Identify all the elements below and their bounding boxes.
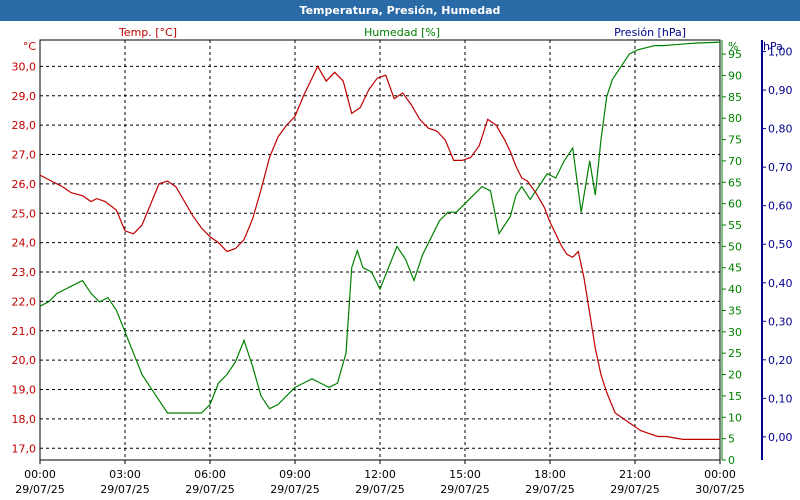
left-axis-unit: °C: [23, 40, 37, 53]
temperature-series-label: Temp. [°C]: [118, 26, 177, 39]
x-tick-label-date: 29/07/25: [525, 483, 574, 496]
left-axis-tick-label: 19,0: [12, 384, 37, 397]
left-axis-tick-label: 30,0: [12, 60, 37, 73]
x-tick-label-date: 29/07/25: [15, 483, 64, 496]
humidity-axis-tick-label: 0: [728, 454, 735, 467]
pressure-axis-tick-label: 0,80: [768, 123, 793, 136]
left-axis-tick-label: 28,0: [12, 119, 37, 132]
humidity-axis-tick-label: 35: [728, 304, 742, 317]
left-axis-tick-label: 22,0: [12, 295, 37, 308]
humidity-axis-tick-label: 15: [728, 390, 742, 403]
left-axis-tick-label: 18,0: [12, 413, 37, 426]
x-tick-label-date: 29/07/25: [440, 483, 489, 496]
x-tick-label-date: 30/07/25: [695, 483, 744, 496]
x-tick-label-time: 15:00: [449, 468, 481, 481]
humidity-axis-tick-label: 25: [728, 347, 742, 360]
pressure-axis-tick-label: 0,90: [768, 84, 793, 97]
pressure-axis-tick-label: 0,60: [768, 200, 793, 213]
left-axis-tick-label: 27,0: [12, 149, 37, 162]
pressure-axis-tick-label: 0,10: [768, 392, 793, 405]
pressure-axis-tick-label: 0,70: [768, 161, 793, 174]
humidity-axis-tick-label: 75: [728, 134, 742, 147]
left-axis-tick-label: 23,0: [12, 266, 37, 279]
left-axis-tick-label: 26,0: [12, 178, 37, 191]
x-tick-label-date: 29/07/25: [100, 483, 149, 496]
x-tick-label-time: 00:00: [704, 468, 736, 481]
pressure-axis-tick-label: 0,00: [768, 431, 793, 444]
x-tick-label-time: 06:00: [194, 468, 226, 481]
humidity-axis-tick-label: 80: [728, 112, 742, 125]
x-tick-label-time: 00:00: [24, 468, 56, 481]
x-tick-label-date: 29/07/25: [270, 483, 319, 496]
humidity-axis-tick-label: 60: [728, 198, 742, 211]
left-axis-tick-label: 17,0: [12, 442, 37, 455]
pressure-axis-tick-label: 0,40: [768, 277, 793, 290]
x-tick-label-time: 21:00: [619, 468, 651, 481]
left-axis-tick-label: 24,0: [12, 237, 37, 250]
left-axis-tick-label: 25,0: [12, 207, 37, 220]
humidity-axis-tick-label: 55: [728, 219, 742, 232]
chart: Temperatura, Presión, Humedad 00:00 29/07…: [0, 0, 800, 500]
humidity-axis-tick-label: 5: [728, 433, 735, 446]
humidity-axis-unit: %: [728, 40, 738, 53]
x-tick-label-time: 18:00: [534, 468, 566, 481]
humidity-axis-tick-label: 40: [728, 283, 742, 296]
x-tick-label-time: 03:00: [109, 468, 141, 481]
chart-svg: 00:00 29/07/25 03:00 29/07/25 06:00 29/07/25 0…: [12, 26, 793, 496]
humidity-axis-tick-label: 70: [728, 155, 742, 168]
humidity-axis-tick-label: 45: [728, 262, 742, 275]
left-axis-tick-label: 20,0: [12, 354, 37, 367]
x-tick-label-date: 29/07/25: [610, 483, 659, 496]
humidity-axis-tick-label: 90: [728, 69, 742, 82]
humidity-series-label: Humedad [%]: [364, 26, 440, 39]
pressure-axis-tick-label: 0,30: [768, 315, 793, 328]
pressure-axis-tick-label: 0,20: [768, 354, 793, 367]
x-tick-label-time: 09:00: [279, 468, 311, 481]
humidity-axis-tick-label: 10: [728, 411, 742, 424]
humidity-axis-tick-label: 50: [728, 240, 742, 253]
x-tick-label-time: 12:00: [364, 468, 396, 481]
pressure-axis-tick-label: 0,50: [768, 238, 793, 251]
pressure-series-label: Presión [hPa]: [614, 26, 686, 39]
humidity-axis-tick-label: 65: [728, 176, 742, 189]
humidity-axis-tick-label: 20: [728, 369, 742, 382]
x-tick-label-date: 29/07/25: [355, 483, 404, 496]
left-axis-tick-label: 21,0: [12, 325, 37, 338]
left-axis-tick-label: 29,0: [12, 90, 37, 103]
pressure-axis-unit: hPa: [763, 40, 783, 53]
humidity-axis-tick-label: 30: [728, 326, 742, 339]
x-tick-label-date: 29/07/25: [185, 483, 234, 496]
humidity-axis-tick-label: 85: [728, 91, 742, 104]
